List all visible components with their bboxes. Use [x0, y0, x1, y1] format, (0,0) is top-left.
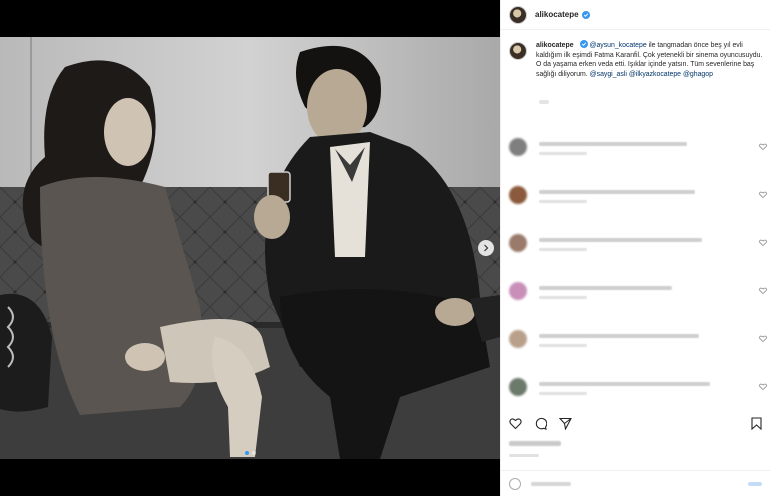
- caption-mention-ilkyaz[interactable]: @ilkyazkocatepe: [629, 71, 681, 78]
- caption-text: alikocatepe @aysun_kocatepe ile tangmada…: [536, 40, 766, 79]
- caption-mention-aysun[interactable]: @aysun_kocatepe: [589, 42, 646, 49]
- add-comment-bar: [501, 470, 770, 496]
- comment-body: [539, 282, 672, 300]
- heart-icon: [759, 287, 767, 294]
- comment-meta: [539, 296, 587, 299]
- comment-meta: [539, 152, 587, 155]
- comment-item: [509, 234, 767, 252]
- comment-body: [539, 378, 710, 396]
- caption-author[interactable]: alikocatepe: [536, 42, 574, 49]
- heart-icon: [759, 239, 767, 246]
- author-avatar[interactable]: [509, 5, 527, 24]
- comment-item: [509, 186, 767, 204]
- comment-meta: [539, 200, 587, 203]
- comment-like-button[interactable]: [759, 191, 767, 198]
- comment-meta: [539, 392, 587, 395]
- comment-item: [509, 282, 767, 300]
- comment-text: [539, 142, 687, 146]
- caption-author-avatar[interactable]: [509, 42, 527, 60]
- carousel-dot-1: [244, 451, 249, 455]
- carousel-indicator: [0, 451, 500, 455]
- comment-like-button[interactable]: [759, 287, 767, 294]
- author-username[interactable]: alikocatepe: [535, 10, 579, 19]
- post-actions: [509, 417, 572, 430]
- comment-text: [539, 190, 695, 194]
- caption-timestamp: [539, 100, 549, 104]
- post-date: [509, 454, 539, 457]
- comment-body: [539, 330, 699, 348]
- post-media: [0, 0, 500, 496]
- post-header: alikocatepe: [501, 0, 770, 30]
- emoji-icon[interactable]: [509, 477, 521, 490]
- comment-body: [539, 138, 687, 156]
- comment-text: [539, 334, 699, 338]
- comment-text: [539, 286, 672, 290]
- heart-icon: [509, 418, 522, 430]
- comment-meta: [539, 344, 587, 347]
- post-caption: alikocatepe @aysun_kocatepe ile tangmada…: [509, 40, 767, 79]
- commenter-avatar[interactable]: [509, 282, 527, 300]
- comment-like-button[interactable]: [759, 335, 767, 342]
- heart-icon: [759, 143, 767, 150]
- comment-item: [509, 378, 767, 396]
- heart-icon: [759, 191, 767, 198]
- caption-verified-badge-icon: [579, 40, 588, 48]
- comment-input[interactable]: [531, 481, 571, 486]
- share-icon: [559, 417, 572, 430]
- chevron-right-icon: [484, 244, 489, 252]
- carousel-next-button[interactable]: [478, 240, 494, 256]
- bookmark-icon: [751, 417, 762, 431]
- post-comment-button[interactable]: [748, 481, 762, 486]
- verified-badge-icon: [581, 10, 590, 19]
- heart-icon: [759, 383, 767, 390]
- caption-mention-saygi[interactable]: @saygi_asli: [590, 71, 627, 78]
- comment-button[interactable]: [534, 417, 547, 430]
- heart-icon: [759, 335, 767, 342]
- comment-text: [539, 382, 710, 386]
- commenter-avatar[interactable]: [509, 378, 527, 396]
- like-button[interactable]: [509, 417, 522, 430]
- commenter-avatar[interactable]: [509, 234, 527, 252]
- comment-item: [509, 138, 767, 156]
- commenter-avatar[interactable]: [509, 138, 527, 156]
- post-side-panel: alikocatepe alikocatepe @aysun_kocatepe …: [500, 0, 770, 496]
- comment-body: [539, 234, 702, 252]
- share-button[interactable]: [559, 417, 572, 430]
- commenter-avatar[interactable]: [509, 330, 527, 348]
- carousel-dot-2: [251, 451, 256, 455]
- caption-mention-ghagop[interactable]: @ghagop: [683, 71, 713, 78]
- likes-count[interactable]: [509, 441, 561, 446]
- commenter-avatar[interactable]: [509, 186, 527, 204]
- comment-like-button[interactable]: [759, 239, 767, 246]
- comment-meta: [539, 248, 587, 251]
- comment-like-button[interactable]: [759, 143, 767, 150]
- save-button[interactable]: [751, 417, 762, 431]
- comment-like-button[interactable]: [759, 383, 767, 390]
- post-photo[interactable]: [0, 37, 500, 459]
- comment-text: [539, 238, 702, 242]
- comment-icon: [535, 417, 547, 430]
- comment-body: [539, 186, 695, 204]
- comment-item: [509, 330, 767, 348]
- photo-illustration: [0, 37, 500, 459]
